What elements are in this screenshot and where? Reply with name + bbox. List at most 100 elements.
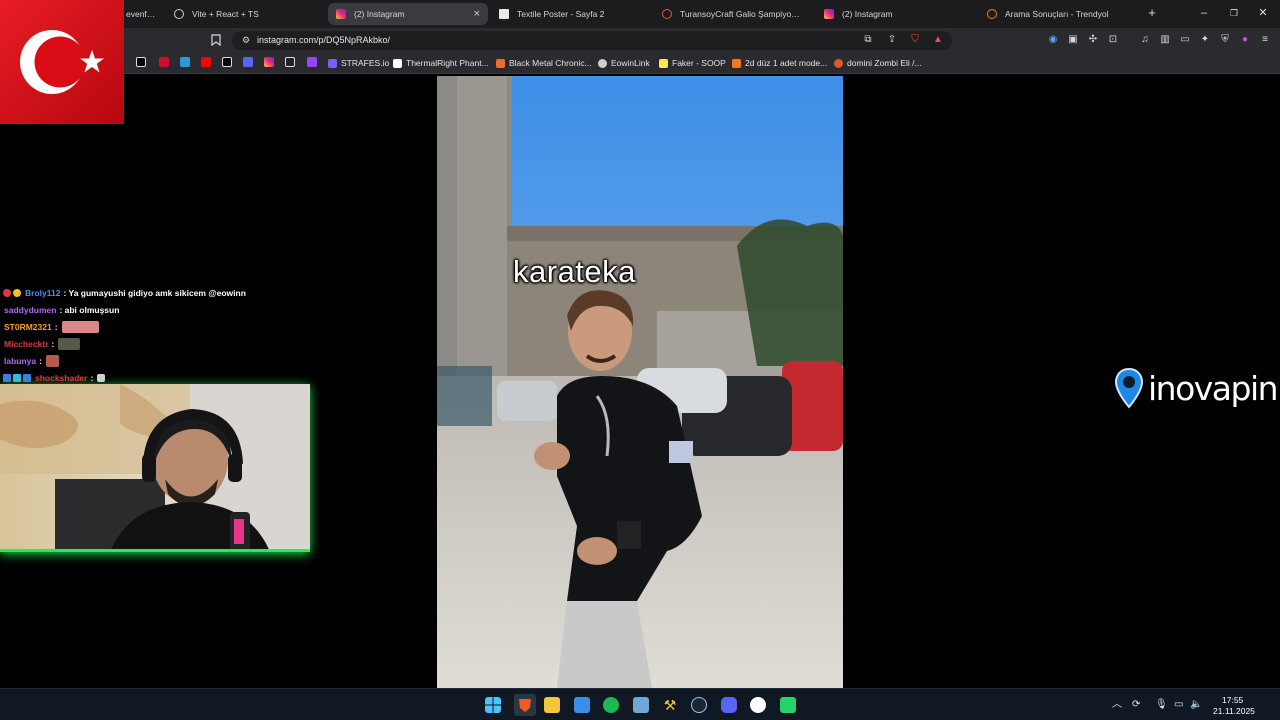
- tab-label: Arama Sonuçları - Trendyol: [1005, 9, 1109, 19]
- chat-message: labunya :: [3, 352, 303, 369]
- instagram-video[interactable]: karateka: [437, 76, 843, 688]
- discord-icon[interactable]: [721, 697, 737, 713]
- wallet-icon[interactable]: ▭: [1179, 34, 1191, 46]
- bookmark-label: Faker - SOOP: [672, 58, 726, 68]
- crescent-star-icon: [0, 0, 124, 124]
- video-frame-image: [437, 76, 843, 688]
- address-bar[interactable]: ⚙ instagram.com/p/DQ5NpRAkbko/ ⧉ ⇪ ⛉ ▲: [232, 31, 952, 50]
- sponsor-logo: inovapin: [1114, 366, 1279, 410]
- emote-image: [45, 354, 59, 367]
- tiktok-icon[interactable]: [136, 57, 146, 67]
- tab-instagram-2[interactable]: (2) Instagram: [816, 3, 976, 25]
- url-text[interactable]: instagram.com/p/DQ5NpRAkbko/: [257, 35, 390, 45]
- new-tab-button[interactable]: +: [1145, 5, 1159, 21]
- location-pin-icon: [1114, 367, 1144, 409]
- tab-textile-poster[interactable]: Textile Poster - Sayfa 2: [491, 3, 651, 25]
- tab-label: (2) Instagram: [842, 9, 893, 19]
- whatsapp-icon[interactable]: [780, 697, 796, 713]
- kr-icon[interactable]: [285, 57, 295, 67]
- bookmark-faker-soop[interactable]: Faker - SOOP: [659, 56, 726, 70]
- brave-icon: [519, 699, 531, 712]
- spotify-icon[interactable]: [603, 697, 619, 713]
- bookmark-2d-duz[interactable]: 2d düz 1 adet mode...: [732, 56, 827, 70]
- folder-icon[interactable]: [544, 697, 560, 713]
- chat-text: :: [39, 355, 42, 366]
- tab-instagram-active[interactable]: (2) Instagram ×: [328, 3, 488, 25]
- turansoy-icon: [662, 9, 672, 19]
- brave-rewards-icon[interactable]: ▲: [932, 34, 944, 46]
- emote-image: [58, 337, 81, 350]
- panda-icon[interactable]: [750, 697, 766, 713]
- bookmark-black-metal[interactable]: Black Metal Chronic...: [496, 56, 592, 70]
- instagram-icon[interactable]: [264, 57, 274, 67]
- bookmark-label: ThermalRight Phant...: [406, 58, 489, 68]
- music-icon[interactable]: ♫: [1139, 34, 1151, 46]
- sidebar-icon[interactable]: ▥: [1159, 34, 1171, 46]
- thermalright-icon: [393, 58, 402, 68]
- chat-username: saddydumen: [4, 304, 57, 315]
- windows-taskbar: ⚒ ︿ ⟳ 🎙 ▭ 🔈 17:55 21.11.2025: [0, 688, 1280, 720]
- menu-icon[interactable]: ≡: [1259, 34, 1271, 46]
- chat-message: Micchecktr :: [3, 335, 303, 352]
- volume-icon[interactable]: 🔈: [1190, 699, 1202, 711]
- brave-shields-icon[interactable]: ⛉: [909, 34, 921, 46]
- badge-icon: [3, 288, 11, 297]
- chat-text: : abi olmuşsun: [59, 304, 120, 315]
- red-square-icon[interactable]: [159, 57, 169, 67]
- tool-icon[interactable]: ⚒: [662, 697, 678, 713]
- puzzle-icon[interactable]: ✣: [1087, 34, 1099, 46]
- vpn-shield-icon[interactable]: ⛨: [1219, 34, 1231, 46]
- steam-icon[interactable]: [691, 697, 707, 713]
- strafes-icon: [328, 58, 337, 68]
- bookmark-icon[interactable]: [210, 34, 222, 50]
- network-icon[interactable]: ▭: [1174, 699, 1183, 711]
- tab-turansoycraft[interactable]: TuransoyCraft Galio Şampiyon Boyal: [654, 3, 808, 25]
- chat-text: :: [51, 338, 55, 349]
- open-external-icon[interactable]: ⧉: [862, 34, 874, 46]
- bookmark-domini-zombi[interactable]: domini Zombi Eli /...: [834, 56, 922, 70]
- webcam-feed: [0, 384, 310, 552]
- chat-message: shockshader :: [3, 369, 303, 386]
- microphone-icon[interactable]: 🎙: [1155, 699, 1168, 711]
- show-hidden-icons[interactable]: ︿: [1112, 699, 1122, 711]
- tab-label: evenfold: [126, 9, 156, 19]
- turkish-flag: [0, 0, 124, 124]
- letterboxd-icon[interactable]: [180, 57, 190, 67]
- chat-username: Broly112: [25, 287, 61, 298]
- x-icon[interactable]: [222, 57, 232, 67]
- site-settings-icon[interactable]: ⚙: [240, 34, 252, 46]
- chat-message: Broly112 : Ya gumayushi gidiyo amk sikic…: [3, 284, 303, 301]
- bookmark-thermalright[interactable]: ThermalRight Phant...: [393, 56, 489, 70]
- brave-taskbar-button[interactable]: [514, 694, 536, 716]
- leo-ai-icon[interactable]: ✦: [1199, 34, 1211, 46]
- vpn-icon[interactable]: [633, 697, 649, 713]
- chat-username: labunya: [4, 355, 37, 366]
- tab-trendyol[interactable]: Arama Sonuçları - Trendyol: [979, 3, 1139, 25]
- clock-date[interactable]: 21.11.2025: [1213, 706, 1255, 716]
- instagram-icon: [336, 9, 346, 19]
- profile-icon[interactable]: ●: [1239, 34, 1251, 46]
- tab-close-icon[interactable]: ×: [474, 7, 480, 21]
- screenshot-icon[interactable]: ⊡: [1107, 34, 1119, 46]
- tab-vite-react[interactable]: Vite + React + TS: [166, 3, 326, 25]
- start-icon[interactable]: [485, 697, 501, 713]
- share-icon[interactable]: ⇪: [886, 34, 898, 46]
- chat-text: :: [90, 372, 94, 383]
- globe-icon: [598, 58, 607, 68]
- audio-icon[interactable]: ◉: [1047, 34, 1059, 46]
- minimize-button[interactable]: –: [1195, 5, 1213, 21]
- extension-icon[interactable]: ▣: [1067, 34, 1079, 46]
- sync-icon[interactable]: ⟳: [1132, 699, 1140, 711]
- bookmark-label: Black Metal Chronic...: [509, 58, 592, 68]
- tab-evenfold[interactable]: evenfold: [118, 3, 164, 25]
- instagram-icon: [824, 9, 834, 19]
- grid-icon[interactable]: [243, 57, 253, 67]
- twitch-icon[interactable]: [307, 57, 317, 67]
- youtube-icon[interactable]: [201, 57, 211, 67]
- restore-button[interactable]: ❐: [1225, 5, 1243, 21]
- close-window-button[interactable]: ✕: [1254, 5, 1272, 21]
- bookmark-eowinlink[interactable]: EowinLink: [598, 56, 650, 70]
- bookmark-strafes[interactable]: STRAFES.io: [328, 56, 389, 70]
- photos-icon[interactable]: [574, 697, 590, 713]
- clock-time[interactable]: 17:55: [1222, 695, 1243, 705]
